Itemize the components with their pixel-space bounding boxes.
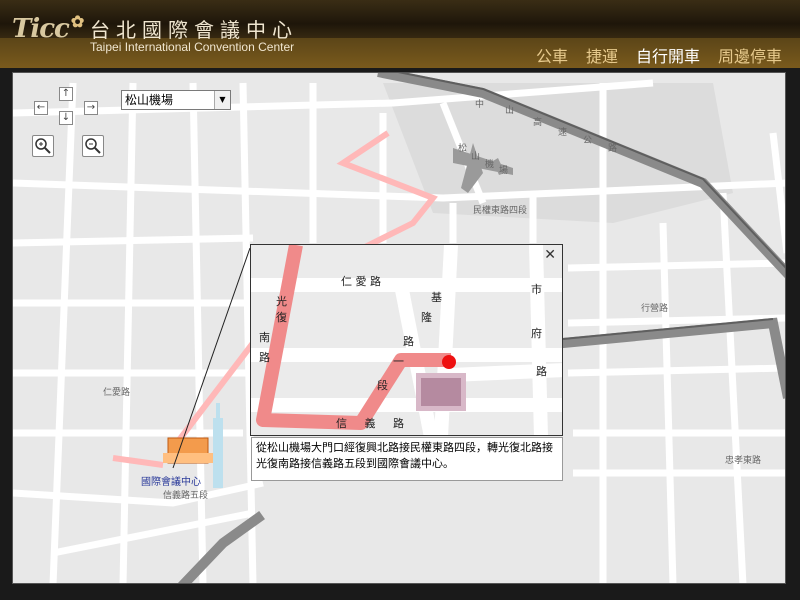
road-label: 段 xyxy=(377,379,388,392)
street-label: 信義路五段 xyxy=(163,491,209,501)
zoom-out-button[interactable] xyxy=(82,135,104,157)
road-label: 隆 xyxy=(421,311,432,324)
pan-right-button[interactable]: → xyxy=(84,101,98,115)
page-title: 台北國際會議中心 xyxy=(90,18,298,42)
street-label: 行營路 xyxy=(641,304,669,314)
zoom-in-icon xyxy=(35,138,51,154)
airport-label: 松 xyxy=(458,144,468,154)
pan-left-button[interactable]: ← xyxy=(34,101,48,115)
road-label: 府 xyxy=(531,327,542,340)
ticc-marker-label[interactable]: 國際會議中心 xyxy=(141,473,201,488)
street-label: 民權東路四段 xyxy=(473,206,528,216)
street-label: 仁愛路 xyxy=(103,388,131,398)
zoom-in-button[interactable] xyxy=(32,135,54,157)
header-bar: Ticc ✿ 台北國際會議中心 Taipei International Conv… xyxy=(0,0,800,68)
road-label: 一 xyxy=(393,355,404,368)
tab-bus[interactable]: 公車 xyxy=(536,43,568,67)
road-label: 光 xyxy=(276,295,287,308)
close-icon[interactable]: ✕ xyxy=(544,247,556,263)
map-canvas[interactable]: 中 山 高 速 公 路 松 山 機 場 民權東路四段 行營路 信義路五段 忠孝東… xyxy=(12,72,786,584)
freeway-label: 高 xyxy=(533,118,543,128)
route-description: 從松山機場大門口經復興北路接民權東路四段，轉光復北路接光復南路接信義路五段到國際… xyxy=(251,437,563,481)
airport-label: 山 xyxy=(471,152,481,162)
freeway-label: 路 xyxy=(608,144,618,154)
road-label: 路 xyxy=(536,365,547,378)
freeway-label: 中 xyxy=(475,100,485,110)
page-subtitle: Taipei International Convention Center xyxy=(90,40,295,54)
freeway-label: 公 xyxy=(583,136,593,146)
road-label: 基 xyxy=(431,291,442,304)
logo: Ticc ✿ xyxy=(12,12,84,44)
road-label: 復 xyxy=(276,311,287,324)
pan-down-button[interactable]: ↓ xyxy=(59,111,73,125)
airport-label: 場 xyxy=(499,166,509,176)
airport-label: 機 xyxy=(485,160,495,170)
origin-select-value: 松山機場 xyxy=(125,93,174,107)
zoom-out-icon xyxy=(85,138,101,154)
route-detail-popup: ✕ 仁 愛 路 光 復 南 路 基 隆 路 一 段 市 府 路 信 義 路 xyxy=(250,244,563,436)
flower-icon: ✿ xyxy=(70,12,84,31)
tab-parking[interactable]: 周邊停車 xyxy=(718,43,782,67)
pan-up-button[interactable]: ↑ xyxy=(59,87,73,101)
tab-driving[interactable]: 自行開車 xyxy=(636,43,700,67)
road-label: 路 xyxy=(403,335,414,348)
freeway-label: 山 xyxy=(505,106,515,116)
road-label: 信 義 路 xyxy=(336,417,404,430)
road-label: 路 xyxy=(259,351,270,364)
chevron-down-icon: ▼ xyxy=(214,91,230,109)
road-label: 市 xyxy=(531,283,542,296)
freeway-label: 速 xyxy=(558,128,568,138)
road-label: 仁 愛 路 xyxy=(341,275,381,288)
tab-mrt[interactable]: 捷運 xyxy=(586,43,618,67)
road-label: 南 xyxy=(259,331,270,344)
street-label: 忠孝東路 xyxy=(725,456,762,466)
nav-tabs: 公車 捷運 自行開車 周邊停車 xyxy=(536,43,782,67)
origin-select[interactable]: 松山機場 ▼ xyxy=(121,90,231,110)
